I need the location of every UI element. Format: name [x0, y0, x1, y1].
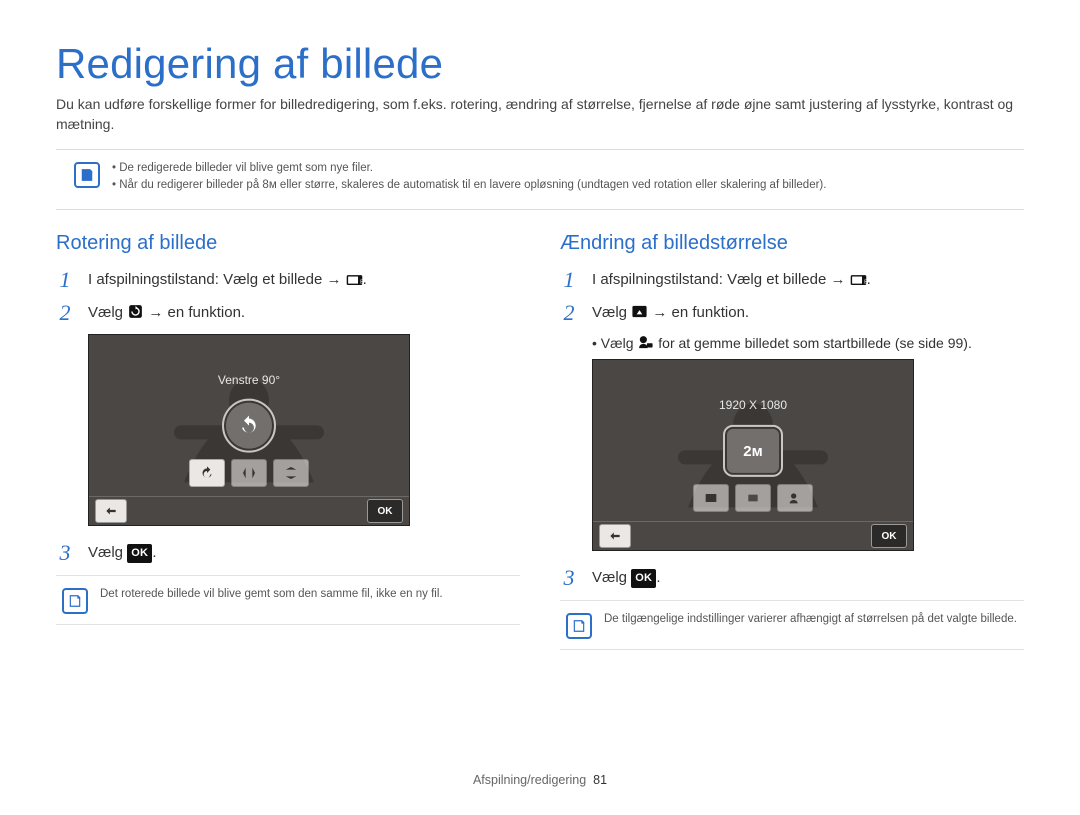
- rotate-label: Venstre 90°: [218, 373, 280, 387]
- start-image-option-button[interactable]: [777, 484, 813, 512]
- divider: [56, 624, 520, 625]
- svg-text:E: E: [360, 280, 363, 286]
- svg-text:E: E: [864, 280, 867, 286]
- rotate-icon: [127, 303, 144, 318]
- left-note-text: Det roterede billede vil blive gemt som …: [100, 586, 443, 604]
- ok-button[interactable]: OK: [367, 499, 403, 523]
- edit-menu-icon: E: [346, 272, 363, 287]
- ok-badge-icon: OK: [631, 569, 656, 588]
- step-number: 1: [56, 269, 74, 292]
- note-icon: [74, 162, 100, 188]
- divider: [560, 600, 1024, 601]
- step-number: 3: [56, 542, 74, 565]
- section-rotating: Rotering af billede: [56, 232, 520, 255]
- edit-menu-icon: E: [850, 272, 867, 287]
- top-note-box: De redigerede billeder vil blive gemt so…: [74, 160, 1024, 196]
- ok-badge-icon: OK: [127, 544, 152, 563]
- step-2-right: Vælg → en funktion.: [592, 302, 749, 325]
- section-resize: Ændring af billedstørrelse: [560, 232, 1024, 255]
- resize-icon: [631, 303, 648, 318]
- left-note-box: Det roterede billede vil blive gemt som …: [62, 586, 520, 614]
- flip-vertical-button[interactable]: [273, 459, 309, 487]
- rotate-right-button[interactable]: [189, 459, 225, 487]
- step-2-left: Vælg → en funktion.: [88, 302, 245, 325]
- size-option-button[interactable]: [693, 484, 729, 512]
- page-title: Redigering af billede: [56, 40, 1024, 88]
- top-note-item: Når du redigerer billeder på 8ᴍ eller st…: [112, 177, 826, 195]
- ok-button[interactable]: OK: [871, 524, 907, 548]
- note-icon: [62, 588, 88, 614]
- step-number: 2: [56, 302, 74, 325]
- page-footer: Afspilning/redigering 81: [0, 773, 1080, 787]
- step-2-bullet: Vælg for at gemme billedet som startbill…: [592, 334, 1024, 351]
- step-3-left: Vælg OK.: [88, 542, 156, 565]
- resize-preview-screen: 1920 X 1080 2ᴍ OK: [592, 359, 914, 551]
- step-number: 1: [560, 269, 578, 292]
- rotate-left-button[interactable]: [222, 399, 276, 453]
- top-note-item: De redigerede billeder vil blive gemt so…: [112, 160, 826, 178]
- intro-paragraph: Du kan udføre forskellige former for bil…: [56, 94, 1024, 135]
- back-button[interactable]: [599, 524, 631, 548]
- divider: [56, 149, 1024, 150]
- right-note-text: De tilgængelige indstillinger varierer a…: [604, 611, 1017, 629]
- divider: [56, 209, 1024, 210]
- resize-label: 1920 X 1080: [719, 398, 787, 412]
- rotate-preview-screen: Venstre 90° OK: [88, 334, 410, 526]
- right-note-box: De tilgængelige indstillinger varierer a…: [566, 611, 1024, 639]
- step-number: 3: [560, 567, 578, 590]
- step-1-right: I afspilningstilstand: Vælg et billede →…: [592, 269, 871, 292]
- size-2m-button[interactable]: 2ᴍ: [723, 425, 783, 477]
- step-number: 2: [560, 302, 578, 325]
- step-3-right: Vælg OK.: [592, 567, 660, 590]
- step-1-left: I afspilningstilstand: Vælg et billede →…: [88, 269, 367, 292]
- flip-horizontal-button[interactable]: [231, 459, 267, 487]
- start-image-icon: [637, 334, 654, 349]
- divider: [56, 575, 520, 576]
- note-icon: [566, 613, 592, 639]
- size-option-button[interactable]: [735, 484, 771, 512]
- divider: [560, 649, 1024, 650]
- back-button[interactable]: [95, 499, 127, 523]
